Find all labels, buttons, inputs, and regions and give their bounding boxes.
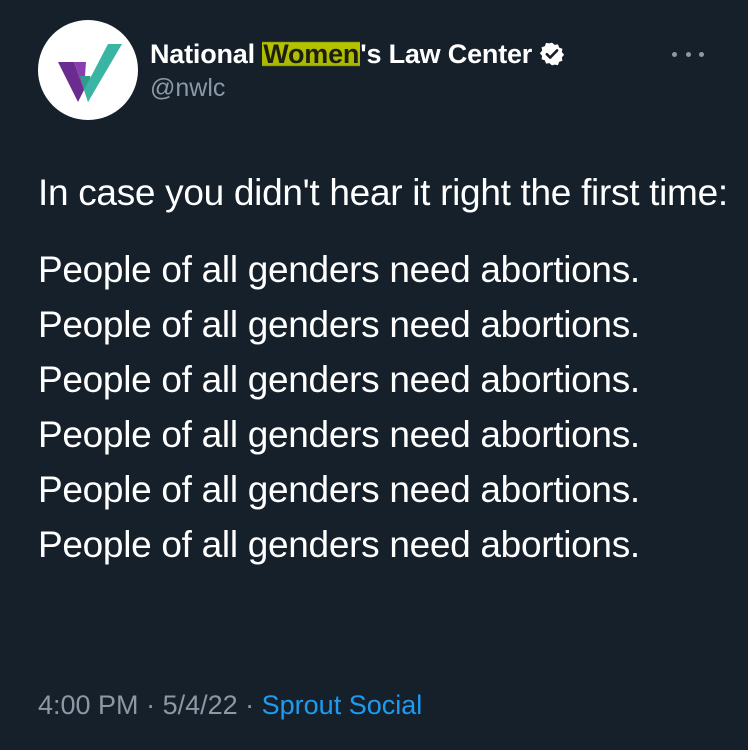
tweet-intro: In case you didn't hear it right the fir… — [38, 172, 728, 213]
tweet-line: People of all genders need abortions. — [38, 304, 640, 345]
display-name-suffix: 's Law Center — [360, 38, 533, 69]
meta-separator: · — [138, 690, 163, 720]
tweet-card: National Women's Law Center @nwlc In cas… — [0, 0, 748, 750]
tweet-line: People of all genders need abortions. — [38, 414, 640, 455]
tweet-meta: 4:00 PM · 5/4/22 · Sprout Social — [38, 690, 422, 721]
author-block: National Women's Law Center @nwlc — [150, 36, 565, 103]
tweet-text: In case you didn't hear it right the fir… — [38, 165, 728, 572]
author-handle[interactable]: @nwlc — [150, 74, 565, 103]
more-dot — [672, 51, 677, 57]
display-name[interactable]: National Women's Law Center — [150, 38, 533, 70]
tweet-date[interactable]: 5/4/22 — [163, 690, 238, 720]
verified-badge-icon — [539, 42, 565, 66]
avatar[interactable] — [38, 20, 138, 120]
tweet-header: National Women's Law Center @nwlc — [38, 20, 718, 120]
more-dot — [685, 51, 691, 57]
more-dot — [699, 51, 704, 57]
display-name-highlight: Women — [262, 38, 361, 69]
tweet-line: People of all genders need abortions. — [38, 359, 640, 400]
nwlc-logo-icon — [58, 44, 122, 102]
tweet-line: People of all genders need abortions. — [38, 469, 640, 510]
display-name-prefix: National — [150, 38, 263, 69]
more-options-icon[interactable] — [672, 46, 704, 62]
tweet-line: People of all genders need abortions. — [38, 249, 640, 290]
meta-separator: · — [237, 690, 262, 720]
tweet-time[interactable]: 4:00 PM — [38, 690, 139, 720]
tweet-source-link[interactable]: Sprout Social — [262, 690, 423, 720]
tweet-line: People of all genders need abortions. — [38, 524, 640, 565]
